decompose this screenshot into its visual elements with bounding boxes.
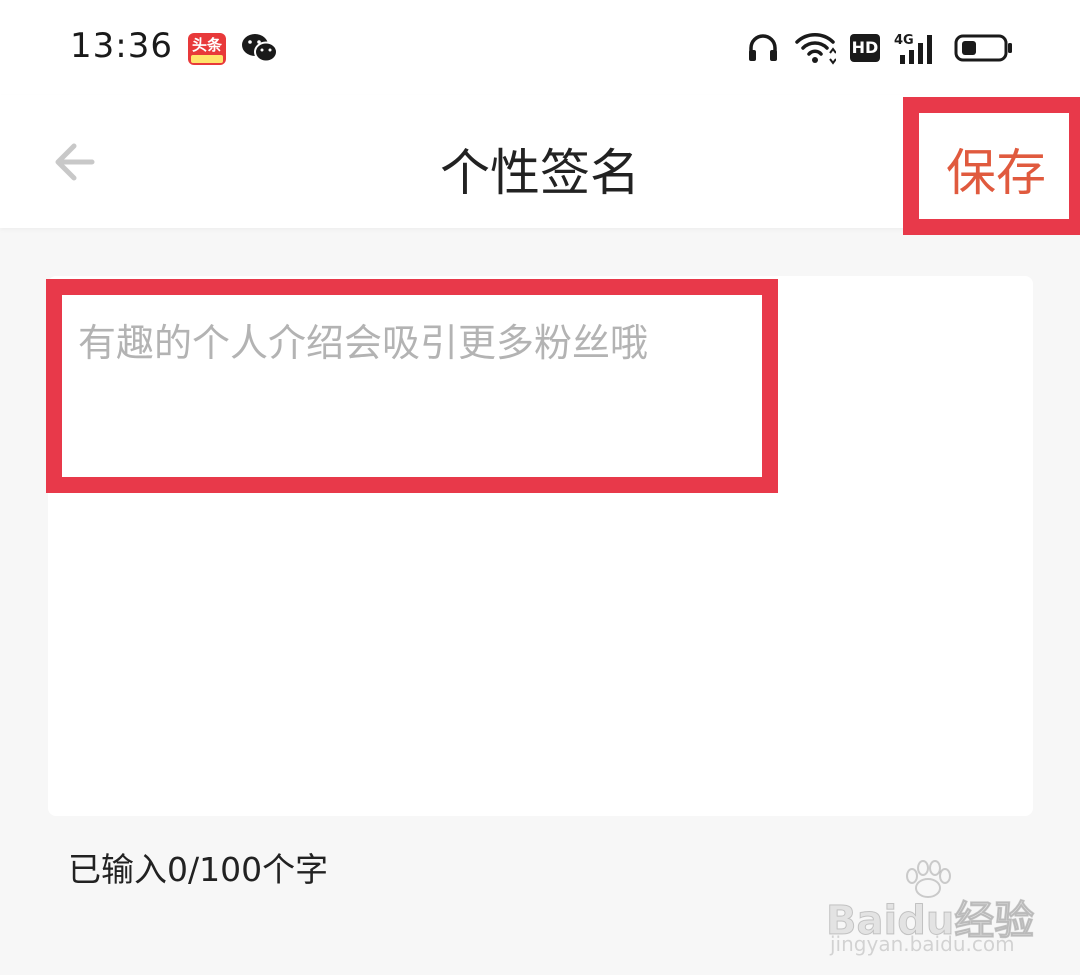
app-badge-label: 头条 [191,36,222,54]
signature-input[interactable] [78,312,728,452]
baidu-watermark: Baidu经验 jingyan.baidu.com [825,860,1035,956]
wifi-icon [795,33,836,65]
save-button[interactable]: 保存 [946,133,1046,205]
watermark-url: jingyan.baidu.com [830,932,1015,956]
app-badge-stripe [191,55,223,63]
status-icons: HD 4G [746,28,1014,68]
char-count: 已输入0/100个字 [68,850,329,889]
wechat-icon [242,34,278,63]
network-label: 4G [894,33,914,48]
headset-icon [749,34,777,61]
status-time: 13:36 [70,26,173,66]
title-bar: 个性签名 保存 [0,95,1080,235]
toutiao-app-icon: 头条 [188,33,226,65]
hd-icon: HD [850,34,880,62]
status-bar: 13:36 头条 HD 4G [0,0,1080,95]
signal-4g-icon: 4G [894,33,932,64]
battery-icon [954,34,1012,62]
